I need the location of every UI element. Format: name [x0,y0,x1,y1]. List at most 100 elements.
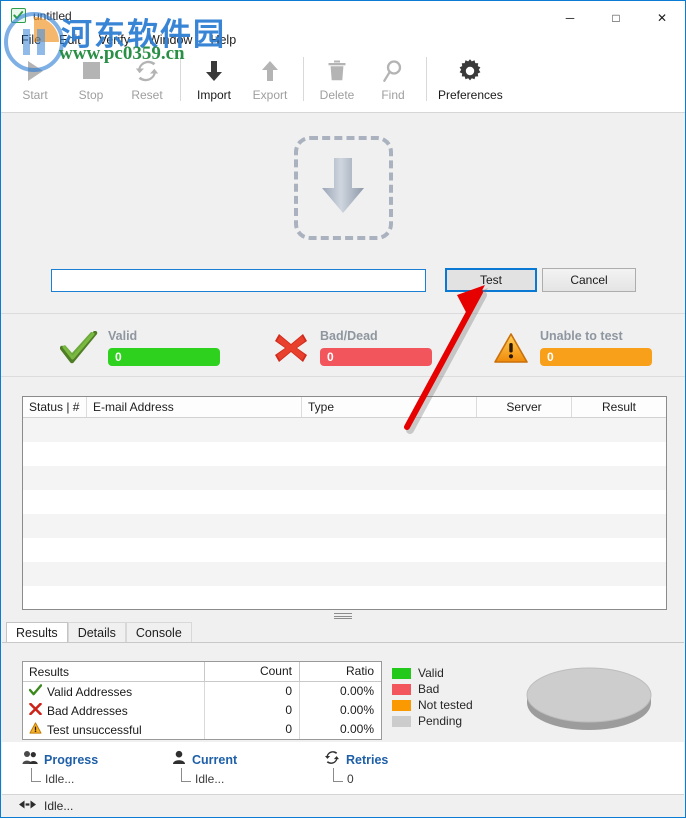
dashed-drop-arrow-icon [314,154,372,223]
results-panel: Results Count Ratio Valid Addresses 0 0.… [2,642,684,743]
menu-item-window[interactable]: Window [139,31,201,50]
column-header-status[interactable]: Status | # [23,397,87,417]
counter-unable-label: Unable to test [540,329,623,343]
window-title: untitled [33,8,72,23]
toolbar-button-import[interactable]: Import [186,51,242,114]
progress-group-retries: Retries 0 [324,750,388,786]
legend-swatch-not-tested [392,699,411,711]
tab-console[interactable]: Console [125,622,192,643]
counter-valid: Valid 0 [59,327,220,368]
refresh-icon [135,56,159,86]
current-value: Idle... [195,772,225,786]
trash-icon [326,56,348,86]
toolbar: Start Stop Reset Import Export Delete Fi… [1,51,685,113]
toolbar-button-find[interactable]: Find [365,51,421,114]
column-header-server[interactable]: Server [477,397,572,417]
toolbar-button-start[interactable]: Start [7,51,63,114]
tab-results[interactable]: Results [6,622,68,643]
test-button[interactable]: Test [445,268,537,292]
toolbar-label-stop: Stop [78,88,104,102]
counter-valid-text: Valid 0 [108,327,220,366]
menu-item-verify[interactable]: Verify [90,31,139,50]
toolbar-button-reset[interactable]: Reset [119,51,175,114]
orange-warning-icon [29,722,42,737]
menu-item-help[interactable]: Help [201,31,245,50]
results-count-unsuccessful: 0 [205,720,300,739]
results-row-unsuccessful: Test unsuccessful 0 0.00% [23,720,381,739]
toolbar-label-start: Start [22,88,48,102]
table-row[interactable] [23,514,666,538]
retries-label: Retries [346,753,389,767]
gear-icon [457,56,483,86]
toolbar-button-delete[interactable]: Delete [309,51,365,114]
toolbar-button-export[interactable]: Export [242,51,298,114]
table-row[interactable] [23,466,666,490]
drop-zone[interactable] [2,114,684,262]
results-table-header: Results Count Ratio [23,662,381,682]
legend-item-valid: Valid [392,665,473,681]
results-label-bad: Bad Addresses [47,703,128,718]
toolbar-button-preferences[interactable]: Preferences [432,51,509,114]
table-row[interactable] [23,418,666,442]
column-header-result[interactable]: Result [572,397,666,417]
table-row[interactable] [23,538,666,562]
counter-unable-to-test: Unable to test 0 [491,327,652,368]
column-header-email[interactable]: E-mail Address [87,397,302,417]
results-pie-chart [524,661,654,735]
table-row[interactable] [23,442,666,466]
email-input[interactable] [51,269,426,292]
results-count-valid: 0 [205,682,300,701]
app-logo-icon [11,8,26,23]
legend-swatch-pending [392,715,411,727]
column-header-type[interactable]: Type [302,397,477,417]
tree-elbow-icon [31,768,41,782]
counter-unable-value: 0 [540,348,652,366]
magnifier-icon [381,56,405,86]
results-ratio-bad: 0.00% [339,703,374,717]
counters-panel: Valid 0 Bad/Dead 0 Unable to test 0 [1,313,685,377]
cancel-button[interactable]: Cancel [542,268,636,292]
table-row[interactable] [23,586,666,609]
counter-bad-dead: Bad/Dead 0 [271,327,432,368]
tree-elbow-icon [333,768,343,782]
play-icon [24,56,46,86]
network-arrows-icon [18,797,37,815]
toolbar-button-stop[interactable]: Stop [63,51,119,114]
red-cross-icon [271,328,311,368]
toolbar-separator-2 [303,57,304,101]
menu-item-edit[interactable]: Edit [50,31,90,50]
address-table-body [23,418,666,609]
menu-item-file[interactable]: File [12,31,50,50]
counter-bad-dead-label: Bad/Dead [320,329,378,343]
email-input-row: Test Cancel [1,263,685,299]
results-label-valid: Valid Addresses [47,684,133,699]
counter-valid-value: 0 [108,348,220,366]
toolbar-separator-3 [426,57,427,101]
toolbar-label-preferences: Preferences [438,88,503,102]
user-icon [172,750,186,770]
results-label-unsuccessful: Test unsuccessful [47,722,142,737]
orange-warning-icon [491,328,531,368]
current-label: Current [192,753,238,767]
counter-valid-label: Valid [108,329,138,343]
legend-label-pending: Pending [418,714,463,728]
toolbar-label-find: Find [381,88,405,102]
counter-bad-dead-value: 0 [320,348,432,366]
counter-unable-text: Unable to test 0 [540,327,652,366]
legend-swatch-valid [392,667,411,679]
legend-item-not-tested: Not tested [392,697,473,713]
address-table[interactable]: Status | # E-mail Address Type Server Re… [22,396,667,610]
title-bar-left: untitled [11,8,72,23]
stop-square-icon [80,56,102,86]
legend-label-not-tested: Not tested [418,698,473,712]
results-header-ratio: Ratio [345,664,374,678]
tab-details[interactable]: Details [67,622,126,643]
table-row[interactable] [23,490,666,514]
results-row-valid: Valid Addresses 0 0.00% [23,682,381,701]
tree-elbow-icon [181,768,191,782]
table-row[interactable] [23,562,666,586]
status-text: Idle... [44,799,74,813]
results-ratio-unsuccessful: 0.00% [339,722,374,736]
chart-legend: Valid Bad Not tested Pending [392,665,473,729]
progress-group-progress: Progress Idle... [22,750,98,786]
